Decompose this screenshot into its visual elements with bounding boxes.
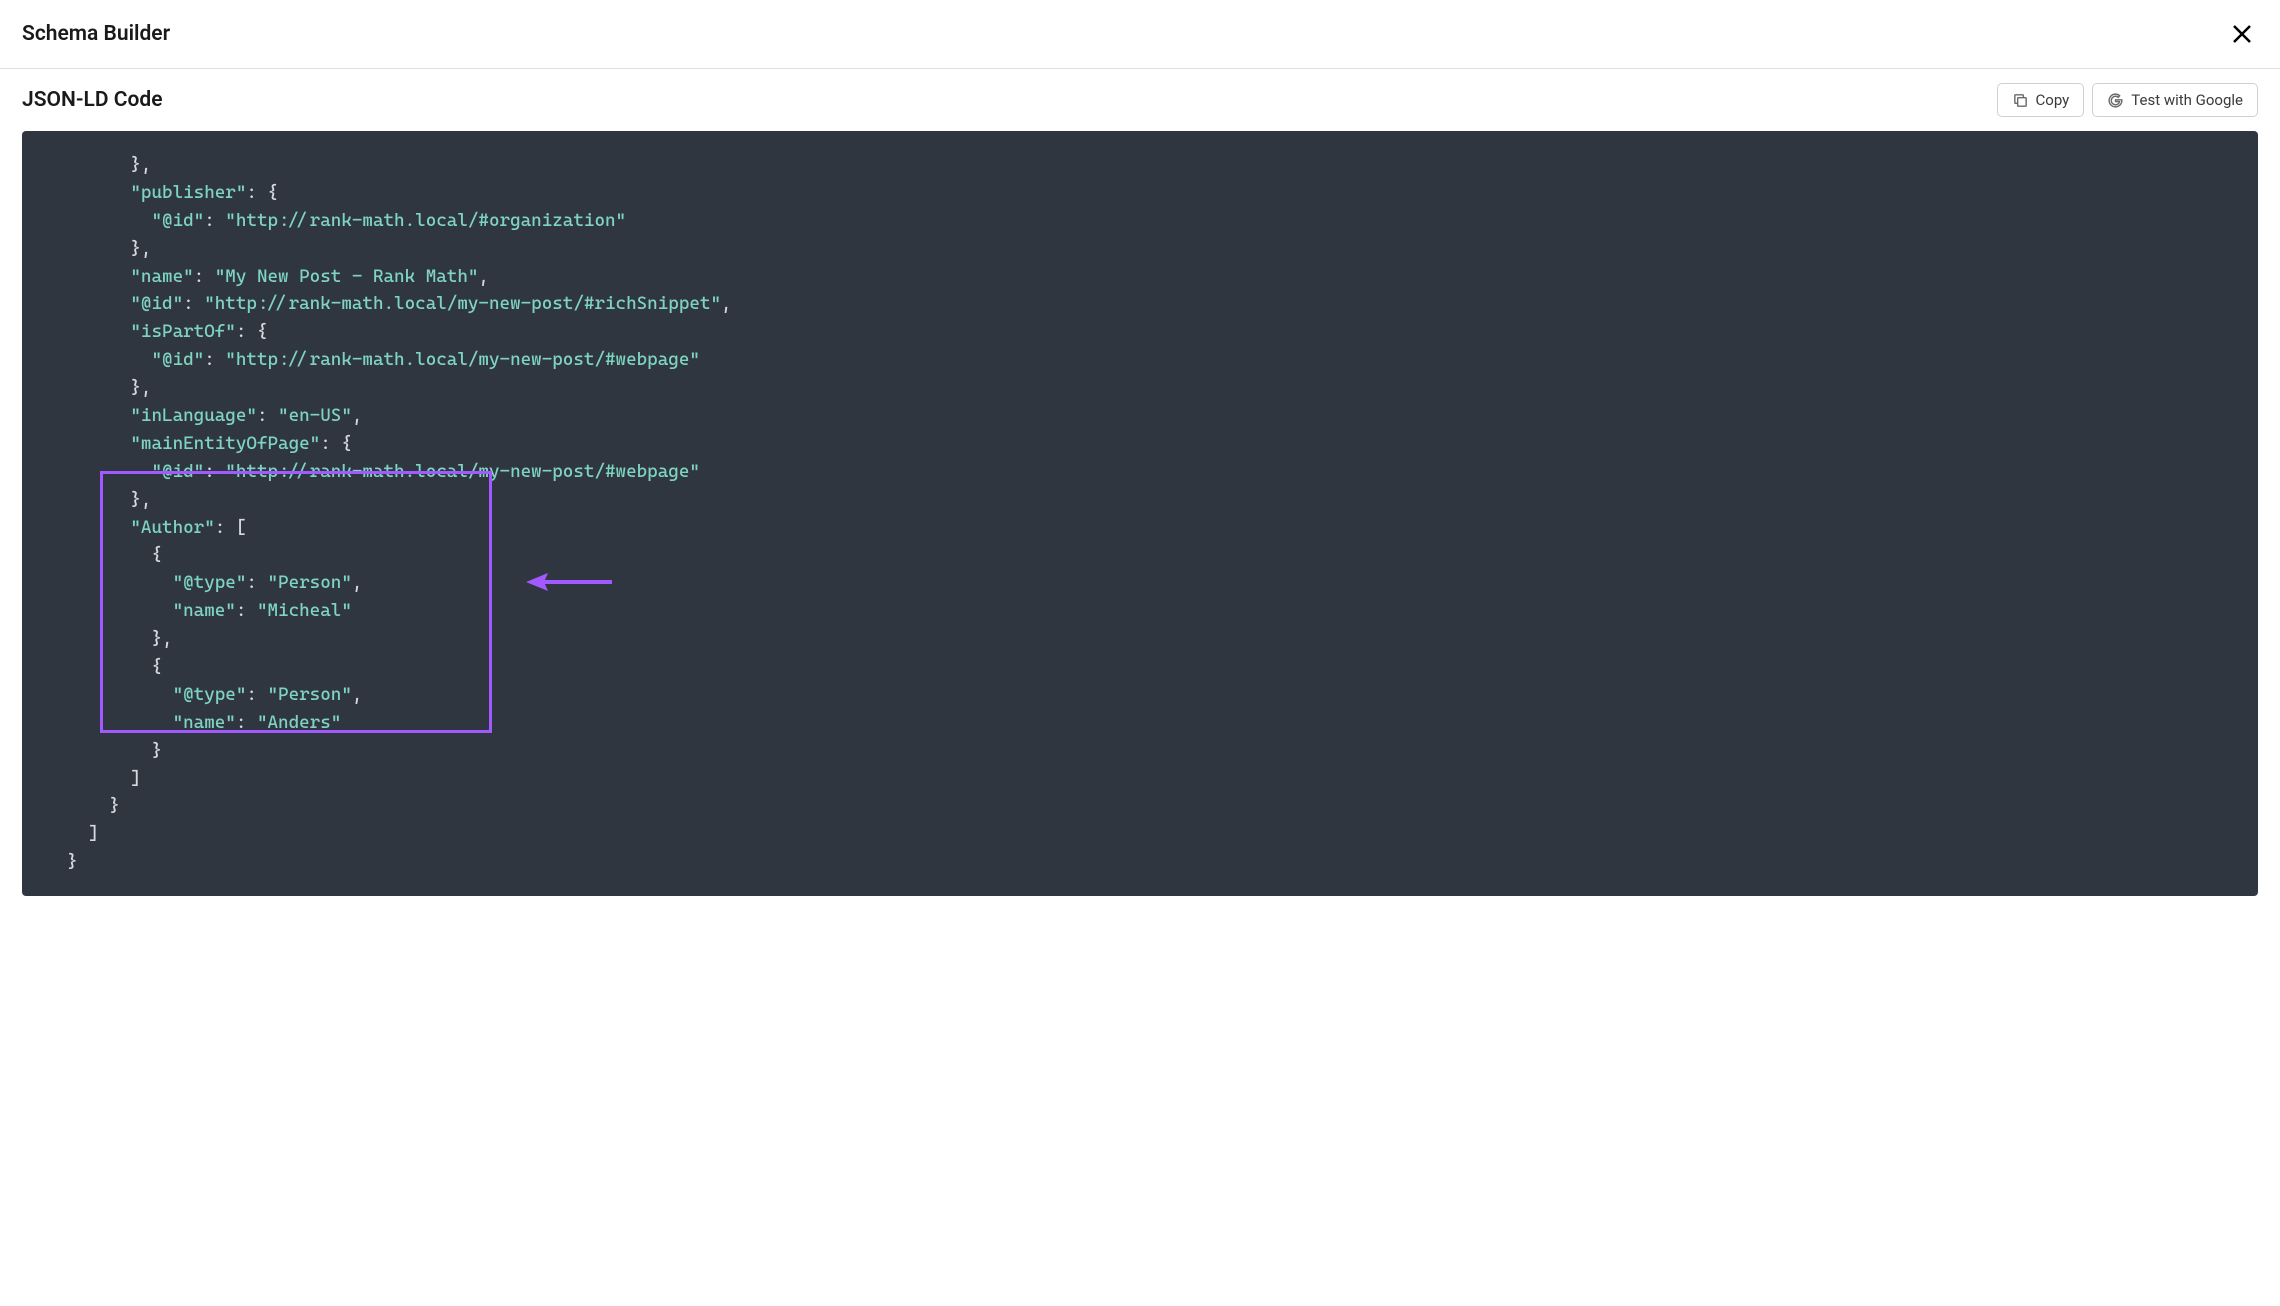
code-block[interactable]: }, "publisher": { "@id": "http://rank-ma…: [22, 131, 2258, 896]
close-button[interactable]: [2226, 18, 2258, 50]
code-line: {: [46, 541, 2234, 569]
code-line: {: [46, 653, 2234, 681]
subheader: JSON-LD Code Copy Test with Google: [0, 69, 2280, 131]
code-line: },: [46, 235, 2234, 263]
test-google-button[interactable]: Test with Google: [2092, 83, 2258, 117]
code-line: ]: [46, 820, 2234, 848]
code-line: "name": "Anders": [46, 709, 2234, 737]
copy-button[interactable]: Copy: [1997, 83, 2085, 117]
code-line: }: [46, 792, 2234, 820]
code-line: },: [46, 486, 2234, 514]
code-line: },: [46, 151, 2234, 179]
code-line: ]: [46, 765, 2234, 793]
code-line: "name": "My New Post - Rank Math",: [46, 263, 2234, 291]
google-icon: [2107, 92, 2124, 109]
code-line: "@type": "Person",: [46, 569, 2234, 597]
action-buttons: Copy Test with Google: [1997, 83, 2258, 117]
copy-icon: [2012, 92, 2029, 109]
section-title: JSON-LD Code: [22, 88, 163, 112]
code-line: "mainEntityOfPage": {: [46, 430, 2234, 458]
code-line: "inLanguage": "en-US",: [46, 402, 2234, 430]
code-line: },: [46, 625, 2234, 653]
code-line: },: [46, 374, 2234, 402]
code-line: "@id": "http://rank-math.local/my-new-po…: [46, 290, 2234, 318]
code-line: "@type": "Person",: [46, 681, 2234, 709]
copy-label: Copy: [2036, 91, 2070, 109]
code-line: "name": "Micheal": [46, 597, 2234, 625]
code-line: "isPartOf": {: [46, 318, 2234, 346]
code-line: "@id": "http://rank-math.local/#organiza…: [46, 207, 2234, 235]
test-google-label: Test with Google: [2131, 91, 2243, 109]
code-line: }: [46, 737, 2234, 765]
code-line: "publisher": {: [46, 179, 2234, 207]
modal-title: Schema Builder: [22, 22, 170, 46]
modal-header: Schema Builder: [0, 0, 2280, 69]
code-line: "@id": "http://rank-math.local/my-new-po…: [46, 346, 2234, 374]
close-icon: [2230, 22, 2254, 46]
code-line: }: [46, 848, 2234, 876]
code-line: "@id": "http://rank-math.local/my-new-po…: [46, 458, 2234, 486]
code-line: "Author": [: [46, 514, 2234, 542]
